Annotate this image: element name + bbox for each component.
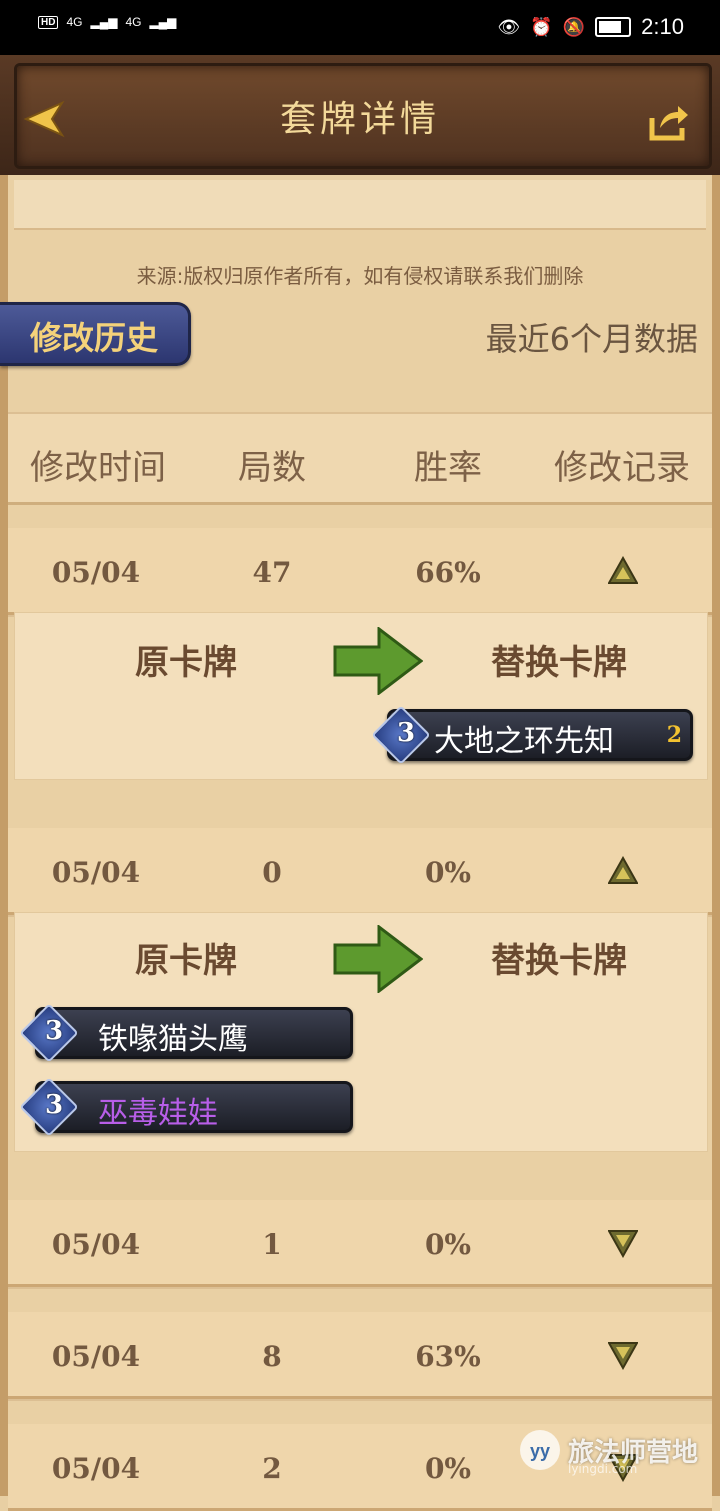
- card-name: 巫毒娃娃: [98, 1096, 218, 1131]
- row-date: 05/04: [51, 1452, 141, 1485]
- green-arrow-icon: [333, 925, 423, 993]
- eye-icon: 👁: [497, 16, 521, 37]
- row-date: 05/04: [51, 1340, 141, 1373]
- card-name: 大地之环先知: [434, 724, 614, 759]
- table-row[interactable]: 05/04 8 63%: [8, 1312, 712, 1399]
- expand-triangle-icon[interactable]: [608, 1340, 638, 1370]
- card-cost: 3: [44, 1090, 64, 1120]
- row-date: 05/04: [51, 856, 141, 889]
- status-right: 👁 ⏰ 🔕 2:10: [497, 14, 684, 40]
- signal-icon: ▂▄▆: [90, 15, 118, 29]
- original-cards-label: 原卡牌: [135, 941, 237, 981]
- page-title: 套牌详情: [279, 99, 440, 140]
- clock: 2:10: [641, 14, 684, 39]
- battery-icon: [595, 17, 632, 37]
- replacement-cards-label: 替换卡牌: [491, 941, 627, 981]
- card-cost: 3: [396, 718, 416, 748]
- row-games: 8: [262, 1340, 282, 1373]
- deck-strip: [14, 180, 706, 230]
- mute-icon: 🔕: [562, 16, 586, 37]
- watermark: yy 旅法师营地 lyingdi.com: [518, 1428, 698, 1476]
- card-tile[interactable]: 3 大地之环先知 2: [371, 705, 693, 765]
- collapse-triangle-icon[interactable]: [608, 556, 638, 586]
- row-date: 05/04: [51, 556, 141, 589]
- row-date: 05/04: [51, 1228, 141, 1261]
- change-detail: 原卡牌 替换卡牌 3 铁喙猫头鹰 3 巫毒娃娃: [14, 912, 708, 1152]
- card-cost: 3: [44, 1016, 64, 1046]
- signal-icon: ▂▄▆: [149, 15, 177, 29]
- column-header: 局数: [238, 448, 306, 488]
- status-left: HD 4G ▂▄▆ 4G ▂▄▆: [38, 15, 176, 29]
- table-row[interactable]: 05/04 1 0%: [8, 1200, 712, 1287]
- signal-label-2: 4G: [125, 15, 142, 29]
- column-header: 修改时间: [30, 448, 166, 488]
- right-border: [712, 175, 720, 1496]
- row-games: 2: [262, 1452, 282, 1485]
- row-winrate: 66%: [415, 556, 481, 589]
- column-header: 胜率: [414, 448, 482, 488]
- green-arrow-icon: [333, 627, 423, 695]
- left-border: [0, 175, 8, 1496]
- table-row[interactable]: 05/04 47 66%: [8, 528, 712, 615]
- expand-triangle-icon[interactable]: [608, 1228, 638, 1258]
- table-header: 修改时间 局数 胜率 修改记录: [8, 412, 712, 505]
- tab-history[interactable]: 修改历史: [0, 302, 191, 366]
- card-name: 铁喙猫头鹰: [98, 1022, 248, 1057]
- signal-label-1: 4G: [66, 15, 83, 29]
- table-row[interactable]: 05/04 0 0%: [8, 828, 712, 915]
- row-winrate: 0%: [424, 1228, 472, 1261]
- collapse-triangle-icon[interactable]: [608, 856, 638, 886]
- replacement-cards-label: 替换卡牌: [491, 643, 627, 683]
- status-bar: HD 4G ▂▄▆ 4G ▂▄▆ 👁 ⏰ 🔕 2:10: [0, 0, 720, 55]
- column-header: 修改记录: [554, 448, 690, 488]
- hd-badge: HD: [38, 15, 59, 29]
- row-games: 0: [262, 856, 282, 889]
- row-games: 1: [262, 1228, 282, 1261]
- source-note: 来源:版权归原作者所有，如有侵权请联系我们删除: [136, 264, 584, 288]
- row-games: 47: [252, 556, 292, 589]
- svg-text:yy: yy: [530, 1441, 550, 1461]
- row-winrate: 0%: [424, 1452, 472, 1485]
- original-cards-label: 原卡牌: [135, 643, 237, 683]
- tab-history-label: 修改历史: [30, 319, 159, 357]
- change-detail: 原卡牌 替换卡牌 3 大地之环先知 2: [14, 612, 708, 780]
- row-winrate: 0%: [424, 856, 472, 889]
- card-count: 2: [666, 722, 682, 748]
- watermark-logo: yy: [519, 1430, 560, 1470]
- card-tile[interactable]: 3 铁喙猫头鹰: [19, 1003, 353, 1063]
- alarm-icon: ⏰: [530, 16, 553, 37]
- card-tile[interactable]: 3 巫毒娃娃: [19, 1077, 353, 1137]
- row-winrate: 63%: [415, 1340, 481, 1373]
- recent-range-label: 最近6个月数据: [485, 320, 698, 358]
- watermark-url: lyingdi.com: [567, 1462, 638, 1476]
